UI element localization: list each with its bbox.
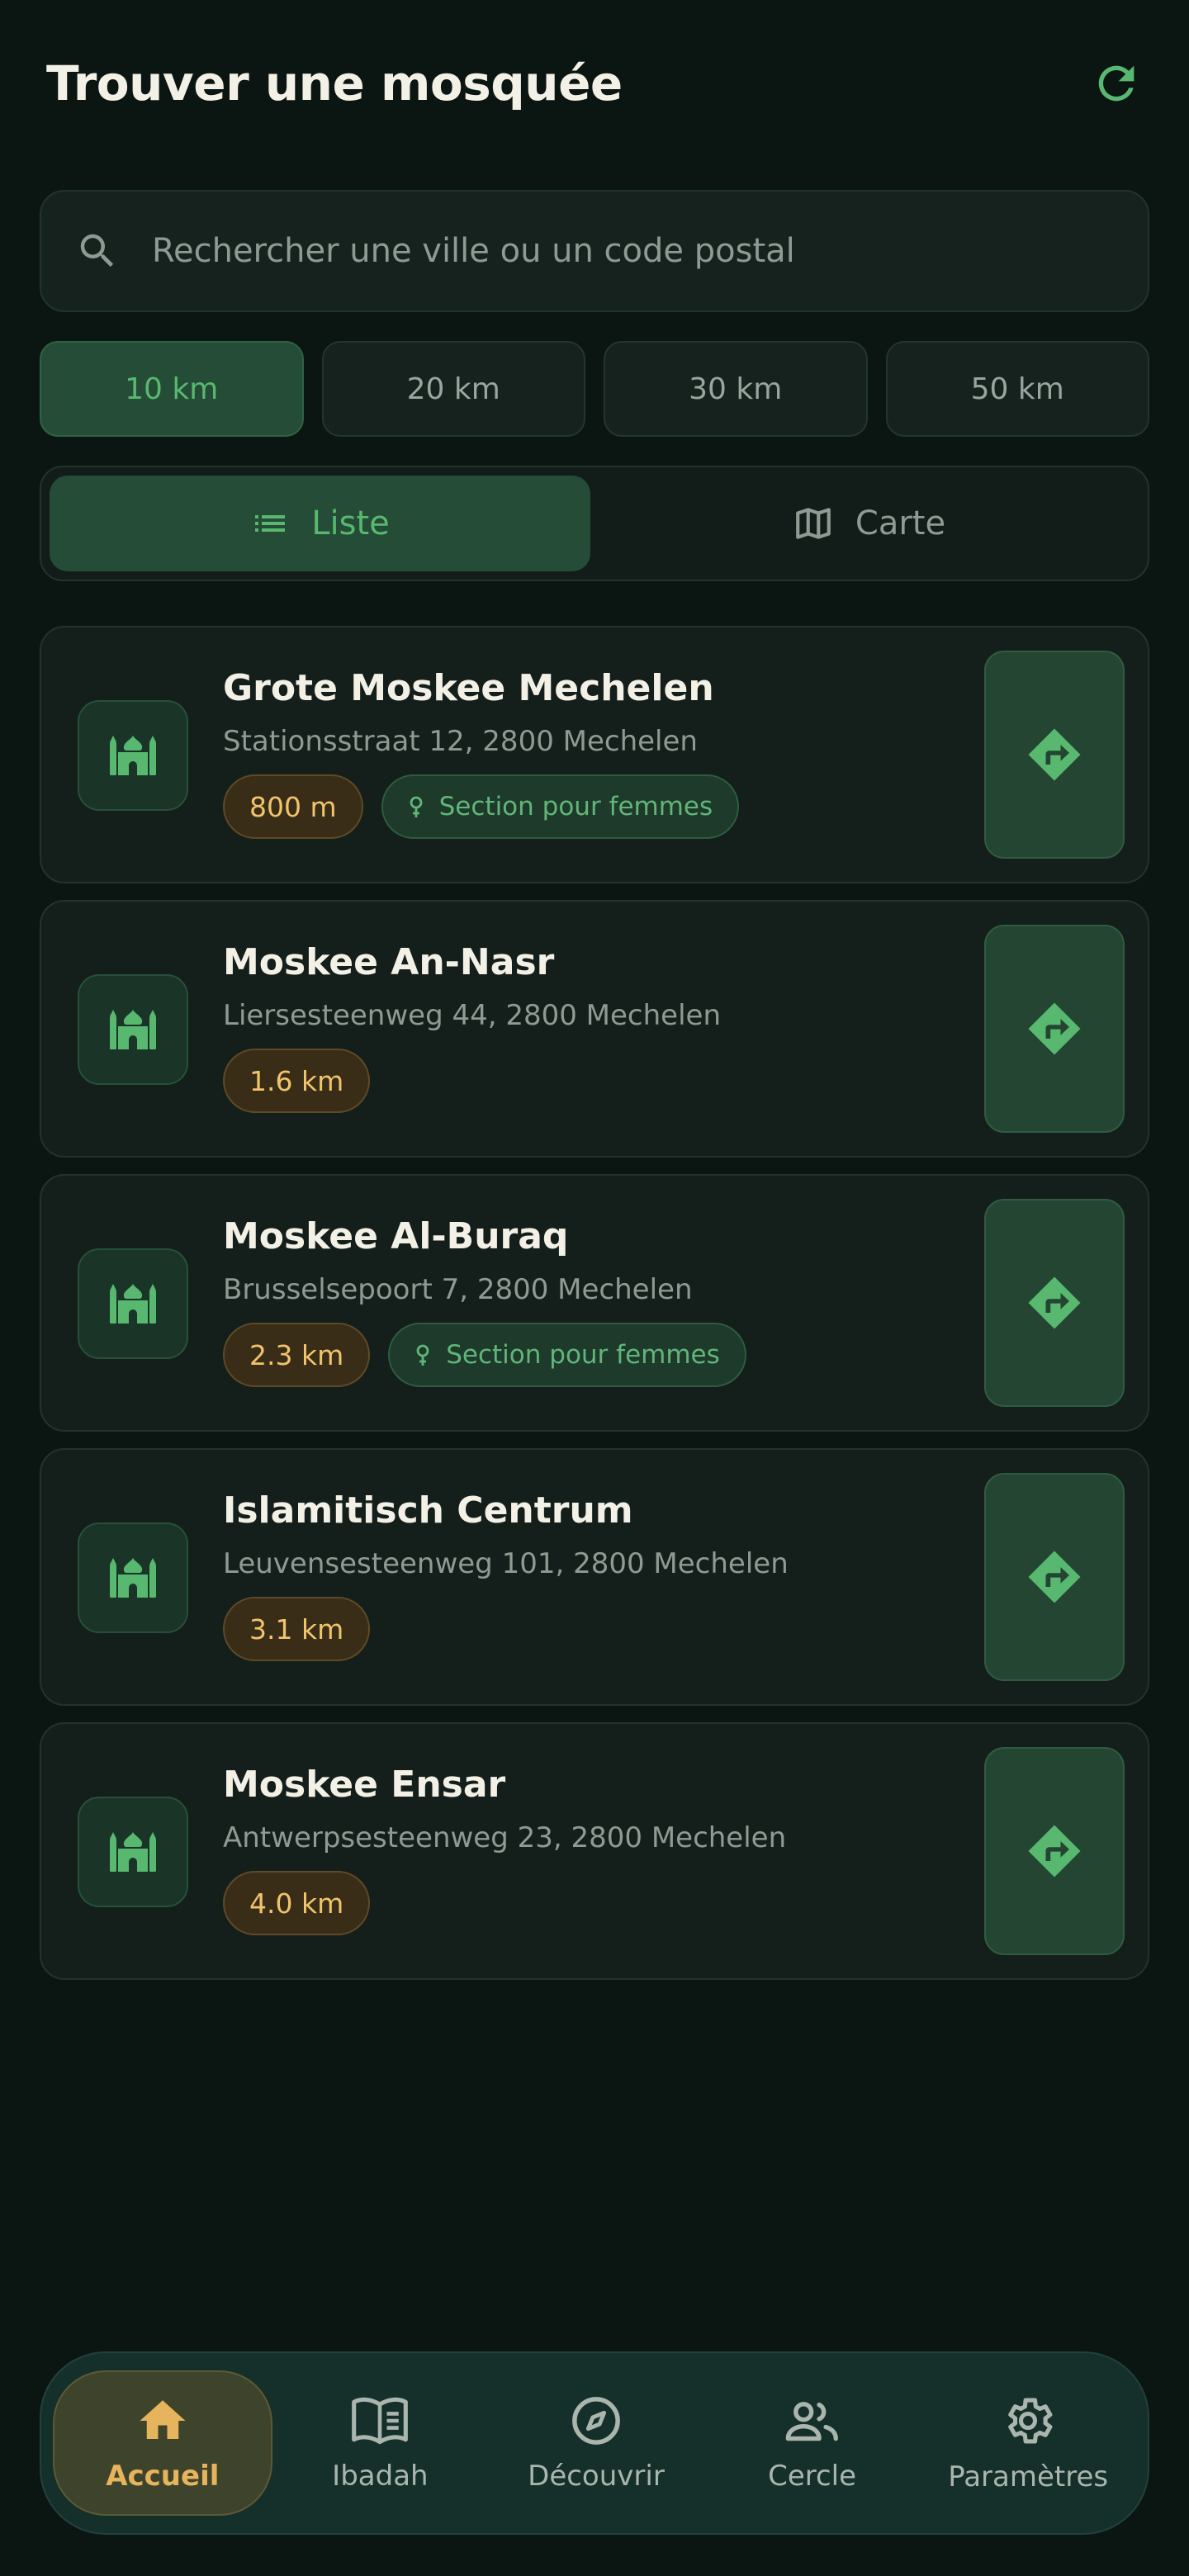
directions-icon <box>1028 1825 1081 1878</box>
mosque-badges: 2.3 km Section pour femmes <box>223 1323 958 1387</box>
search-icon <box>74 228 121 274</box>
radius-chip-30km[interactable]: 30 km <box>604 341 868 437</box>
compass-icon <box>572 2397 620 2445</box>
mosque-card-body: Islamitisch Centrum Leuvensesteenweg 101… <box>223 1486 958 1661</box>
mosque-icon <box>78 974 188 1085</box>
mosque-card[interactable]: Grote Moskee Mechelen Stationsstraat 12,… <box>40 626 1149 883</box>
nav-item-ibadah[interactable]: Ibadah <box>272 2370 489 2516</box>
mosque-address: Leuvensesteenweg 101, 2800 Mechelen <box>223 1547 789 1580</box>
nav-label: Accueil <box>106 2460 220 2493</box>
mosque-badges: 1.6 km <box>223 1049 958 1113</box>
directions-button[interactable] <box>984 1747 1125 1955</box>
female-icon <box>416 1344 429 1366</box>
nav-item-parametres[interactable]: Paramètres <box>920 2370 1136 2516</box>
list-view-label: Liste <box>311 504 390 542</box>
mosque-card-body: Moskee Ensar Antwerpsesteenweg 23, 2800 … <box>223 1760 958 1935</box>
mosque-card[interactable]: Moskee Ensar Antwerpsesteenweg 23, 2800 … <box>40 1722 1149 1980</box>
mosque-name: Moskee An-Nasr <box>223 941 555 983</box>
mosque-card-body: Moskee Al-Buraq Brusselsepoort 7, 2800 M… <box>223 1212 958 1387</box>
refresh-icon <box>1098 65 1135 102</box>
mosque-address: Stationsstraat 12, 2800 Mechelen <box>223 725 698 758</box>
distance-badge: 3.1 km <box>223 1597 371 1661</box>
directions-button[interactable] <box>984 925 1125 1133</box>
mosque-badges: 3.1 km <box>223 1597 958 1661</box>
radius-chip-20km[interactable]: 20 km <box>321 341 585 437</box>
distance-badge: 800 m <box>223 774 363 839</box>
directions-icon <box>1028 728 1081 781</box>
directions-button[interactable] <box>984 651 1125 859</box>
mosque-card-body: Grote Moskee Mechelen Stationsstraat 12,… <box>223 664 958 839</box>
mosque-name: Moskee Ensar <box>223 1764 506 1806</box>
women-section-badge: Section pour femmes <box>381 774 740 839</box>
distance-badge: 2.3 km <box>223 1323 371 1387</box>
nav-label: Ibadah <box>332 2460 429 2493</box>
header: Trouver une mosquée <box>46 46 1143 121</box>
mosque-card[interactable]: Islamitisch Centrum Leuvensesteenweg 101… <box>40 1448 1149 1706</box>
refresh-button[interactable] <box>1090 57 1143 110</box>
mosque-icon <box>78 700 188 811</box>
mosque-address: Antwerpsesteenweg 23, 2800 Mechelen <box>223 1821 787 1854</box>
mosque-badges: 800 m Section pour femmes <box>223 774 958 839</box>
directions-button[interactable] <box>984 1199 1125 1407</box>
map-view-button[interactable]: Carte <box>599 476 1139 571</box>
map-icon <box>796 508 831 539</box>
home-icon <box>140 2400 186 2439</box>
list-view-button[interactable]: Liste <box>50 476 590 571</box>
distance-badge: 1.6 km <box>223 1049 371 1113</box>
map-view-label: Carte <box>855 504 946 542</box>
directions-button[interactable] <box>984 1473 1125 1681</box>
people-icon <box>785 2402 838 2441</box>
gear-icon <box>1008 2398 1053 2444</box>
bottom-navigation: Accueil Ibadah Découvrir Cercle Paramètr… <box>40 2351 1149 2535</box>
radius-chip-10km[interactable]: 10 km <box>40 341 304 437</box>
mosque-address: Brusselsepoort 7, 2800 Mechelen <box>223 1273 693 1306</box>
view-toggle: Liste Carte <box>40 466 1149 581</box>
search-input[interactable] <box>152 192 1148 310</box>
distance-badge: 4.0 km <box>223 1871 371 1935</box>
directions-icon <box>1028 1551 1081 1603</box>
mosque-list: Grote Moskee Mechelen Stationsstraat 12,… <box>40 626 1149 1996</box>
directions-icon <box>1028 1276 1081 1329</box>
mosque-address: Liersesteenweg 44, 2800 Mechelen <box>223 999 722 1032</box>
radius-chip-50km[interactable]: 50 km <box>885 341 1149 437</box>
nav-item-decouvrir[interactable]: Découvrir <box>488 2370 704 2516</box>
women-section-label: Section pour femmes <box>438 792 713 822</box>
mosque-name: Islamitisch Centrum <box>223 1489 633 1532</box>
women-section-label: Section pour femmes <box>446 1340 720 1370</box>
mosque-card[interactable]: Moskee An-Nasr Liersesteenweg 44, 2800 M… <box>40 900 1149 1158</box>
mosque-name: Grote Moskee Mechelen <box>223 667 714 709</box>
book-icon <box>352 2397 409 2445</box>
nav-label: Découvrir <box>528 2460 665 2493</box>
search-bar <box>40 190 1149 312</box>
mosque-icon <box>78 1797 188 1907</box>
mosque-card-body: Moskee An-Nasr Liersesteenweg 44, 2800 M… <box>223 938 958 1113</box>
nav-item-accueil[interactable]: Accueil <box>53 2370 272 2516</box>
mosque-card[interactable]: Moskee Al-Buraq Brusselsepoort 7, 2800 M… <box>40 1174 1149 1432</box>
women-section-badge: Section pour femmes <box>388 1323 746 1387</box>
mosque-icon <box>78 1522 188 1633</box>
mosque-name: Moskee Al-Buraq <box>223 1215 569 1257</box>
page-title: Trouver une mosquée <box>46 55 623 111</box>
nav-label: Cercle <box>768 2460 857 2493</box>
mosque-finder-screen: Trouver une mosquée 10 km 20 km 30 km 50… <box>0 0 1189 2576</box>
female-icon <box>410 796 423 817</box>
directions-icon <box>1028 1002 1081 1055</box>
nav-item-cercle[interactable]: Cercle <box>704 2370 921 2516</box>
mosque-icon <box>78 1248 188 1359</box>
nav-label: Paramètres <box>948 2460 1109 2493</box>
mosque-badges: 4.0 km <box>223 1871 958 1935</box>
list-icon <box>255 515 286 532</box>
radius-filter: 10 km 20 km 30 km 50 km <box>40 341 1149 437</box>
